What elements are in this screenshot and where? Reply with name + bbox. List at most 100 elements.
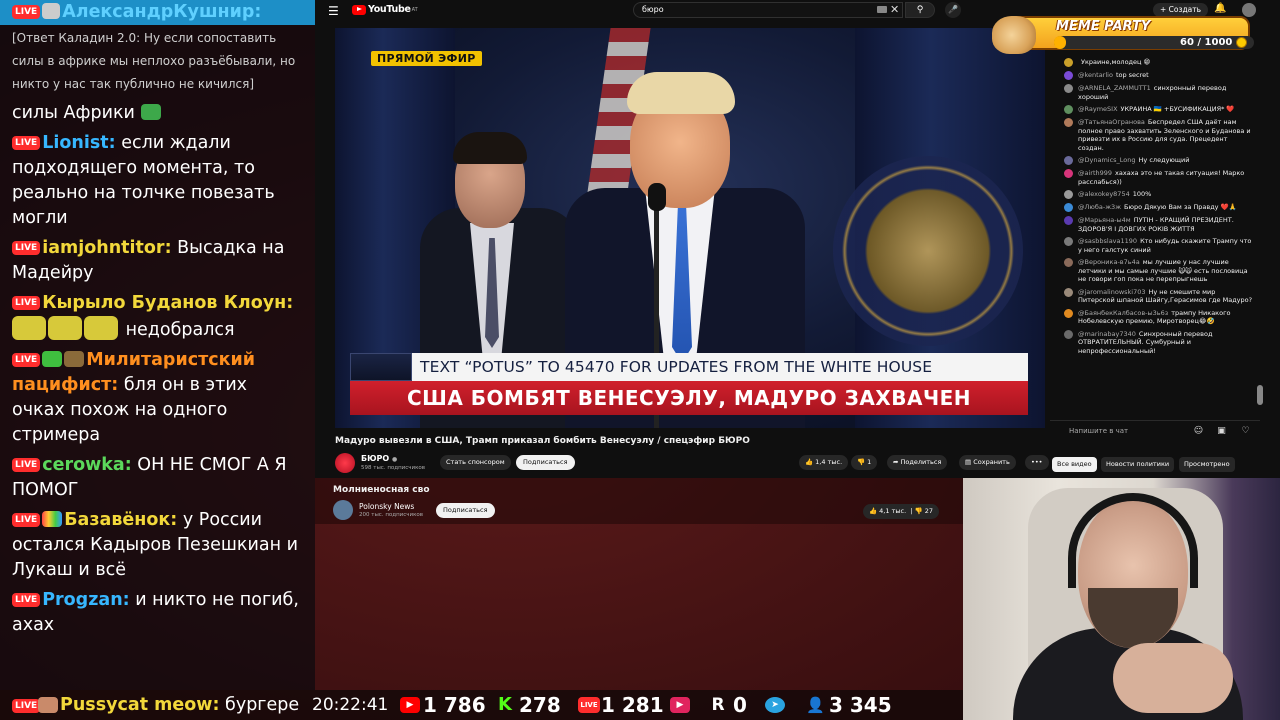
heart-icon[interactable]: ♡: [1240, 426, 1251, 437]
live-badge-icon: LIVE: [12, 5, 41, 19]
dislike-button[interactable]: 👎 1: [851, 455, 878, 470]
doge-icon: [992, 16, 1036, 54]
channel-subscribers: 598 тыс. подписчиков: [361, 465, 426, 471]
live-chat-username[interactable]: @ТатьянаОгранова: [1078, 118, 1145, 126]
clear-search-icon[interactable]: ✕: [890, 3, 899, 16]
emote-icon: [64, 351, 85, 367]
menu-icon[interactable]: ☰: [328, 4, 339, 18]
chat-user-avatar[interactable]: [1064, 287, 1073, 297]
live-chat-username[interactable]: @Вероника-в7ь4а: [1078, 258, 1140, 266]
live-chat-body: @БаянбекКалбасов-ы3ь6з трампу Никакого Но…: [1078, 309, 1254, 326]
live-chat-message: Украине,молодец 😁: [1050, 56, 1260, 69]
chat-username: Базавёнок:: [64, 510, 178, 530]
share-button[interactable]: ➦ Поделиться: [887, 455, 948, 470]
live-chat-username[interactable]: @sasbbslava1190: [1078, 237, 1137, 245]
live-chat-username[interactable]: @ARNELA_ZAMMUTT1: [1078, 84, 1151, 92]
chat-user-avatar[interactable]: [1064, 156, 1073, 165]
chat-user-avatar[interactable]: [1064, 105, 1073, 114]
chat-user-avatar[interactable]: [1064, 58, 1073, 67]
chat-user-avatar[interactable]: [1064, 203, 1073, 212]
chat-user-avatar[interactable]: [1064, 237, 1073, 246]
emoji-icon[interactable]: ☺: [1193, 426, 1204, 437]
search-button[interactable]: ⚲: [905, 2, 935, 18]
white-house-logo-icon: [350, 353, 412, 381]
live-chat-username[interactable]: @kentarlio: [1078, 71, 1113, 79]
live-chat-username[interactable]: @Люба-ж3ж: [1078, 203, 1121, 211]
youtube-logo[interactable]: YouTube AT: [352, 4, 418, 15]
next-subscribe-button[interactable]: Подписаться: [436, 503, 495, 518]
live-chat-message: @airth999 хахаха это не такая ситуация! М…: [1050, 167, 1260, 188]
live-chat-username[interactable]: @Марьяна-ы4м: [1078, 216, 1131, 224]
next-stream-card[interactable]: Молниеносная сво Polonsky News 200 тыс. …: [315, 478, 965, 524]
search-input[interactable]: бюро: [633, 2, 903, 18]
live-badge-icon: LIVE: [12, 136, 41, 150]
live-chat-message: @Dynamics_Long Ну следующий: [1050, 154, 1260, 167]
youtube-live-chat: Украине,молодец 😁 @kentarlio top secret @AR…: [1050, 28, 1260, 443]
live-chat-list[interactable]: Украине,молодец 😁 @kentarlio top secret @AR…: [1050, 56, 1260, 357]
chat-message: LIVE iamjohntitor: Высадка на Мадейру: [0, 234, 315, 289]
keyboard-icon[interactable]: [877, 6, 887, 13]
live-chat-username[interactable]: @RaymeSIX: [1078, 105, 1118, 113]
chat-message: LIVE Lionist: если ждали подходящего моме…: [0, 129, 315, 234]
filter-chip-watched[interactable]: Просмотрено: [1179, 457, 1235, 472]
account-avatar[interactable]: [1242, 3, 1256, 17]
chat-text: силы Африки: [12, 103, 135, 123]
save-button[interactable]: ▤ Сохранить: [959, 455, 1016, 470]
live-chat-text: Украине,молодец 😁: [1081, 58, 1151, 66]
chat-user-avatar[interactable]: [1064, 258, 1073, 267]
chat-username: Progzan:: [42, 590, 130, 610]
next-like-count: 4,1 тыс.: [879, 507, 907, 515]
chat-user-avatar[interactable]: [1064, 84, 1073, 93]
video-title: Мадуро вывезли в США, Трамп приказал бом…: [335, 436, 750, 446]
live-chat-message: @ARNELA_ZAMMUTT1 синхронный перевод хорош…: [1050, 82, 1260, 103]
emote-icon: [12, 316, 46, 340]
filter-chip-politics[interactable]: Новости политики: [1101, 457, 1175, 472]
join-button[interactable]: Стать спонсором: [440, 455, 511, 470]
emote-icon: [84, 316, 118, 340]
live-chat-body: @marinabay7340 Синхронный перевод ОТВРАТИ…: [1078, 330, 1254, 356]
channel-avatar[interactable]: [335, 453, 355, 473]
like-count: 1,4 тыс.: [815, 458, 843, 466]
chat-username: Pussycat meow:: [60, 695, 220, 715]
video-player[interactable]: ПРЯМОЙ ЭФИР TEXT “POTUS” TO 45470 FOR UP…: [335, 28, 1045, 428]
ticker-line-1: TEXT “POTUS” TO 45470 FOR UPDATES FROM T…: [412, 353, 1028, 381]
total-viewers: 3 345: [829, 693, 892, 717]
chat-scrollbar[interactable]: [1257, 385, 1263, 405]
channel-name[interactable]: БЮРО ●: [361, 454, 397, 463]
chat-user-avatar[interactable]: [1064, 216, 1073, 225]
notifications-bell-icon[interactable]: 🔔: [1214, 3, 1226, 14]
chat-user-avatar[interactable]: [1064, 308, 1073, 318]
next-channel-name[interactable]: Polonsky News: [359, 502, 414, 511]
create-button[interactable]: + Создать: [1153, 3, 1209, 17]
microphone-icon[interactable]: 🎤: [945, 2, 961, 18]
filter-chip-all[interactable]: Все видео: [1052, 457, 1097, 472]
chat-user-avatar[interactable]: [1064, 71, 1073, 80]
like-button[interactable]: 👍 1,4 тыс.: [799, 455, 849, 470]
live-chat-username[interactable]: @Dynamics_Long: [1078, 156, 1136, 164]
vk-video-icon: ▶: [670, 697, 690, 713]
next-like-button[interactable]: 👍 4,1 тыс. | 👎 27: [863, 504, 939, 519]
live-badge-icon: LIVE: [12, 458, 41, 472]
chat-user-avatar[interactable]: [1064, 329, 1073, 339]
live-chat-username[interactable]: @marinabay7340: [1078, 330, 1136, 338]
live-chat-username[interactable]: @airth999: [1078, 169, 1112, 177]
youtube-icon: ▶: [400, 697, 420, 713]
live-chat-text: 100%: [1132, 190, 1152, 198]
next-channel-avatar[interactable]: [333, 500, 353, 520]
chat-user-avatar[interactable]: [1064, 169, 1073, 178]
chat-user-avatar[interactable]: [1064, 118, 1073, 127]
superchat-icon[interactable]: ▣: [1216, 426, 1227, 437]
thumbs-up-icon: 👍: [869, 507, 878, 515]
chat-user-avatar[interactable]: [1064, 190, 1073, 199]
live-chat-username[interactable]: @alexokey8754: [1078, 190, 1130, 198]
live-chat-username[interactable]: @jaromalinowski703: [1078, 288, 1146, 296]
live-chat-message: @Вероника-в7ь4а мы лучшие у нас лучшие ле…: [1050, 256, 1260, 286]
chat-message: LIVE cerowka: ОН НЕ СМОГ А Я ПОМОГ: [0, 451, 315, 506]
meme-progress-count: 60 / 1000: [1180, 37, 1233, 48]
subscribe-button[interactable]: Подписаться: [516, 455, 575, 470]
chat-username: Кырыло Буданов Клоун:: [42, 293, 294, 313]
chat-input[interactable]: Напишите в чат: [1069, 427, 1128, 435]
live-chat-username[interactable]: @БаянбекКалбасов-ы3ь6з: [1078, 309, 1168, 317]
more-actions-button[interactable]: •••: [1025, 455, 1049, 470]
kick-viewers: 278: [519, 693, 561, 717]
